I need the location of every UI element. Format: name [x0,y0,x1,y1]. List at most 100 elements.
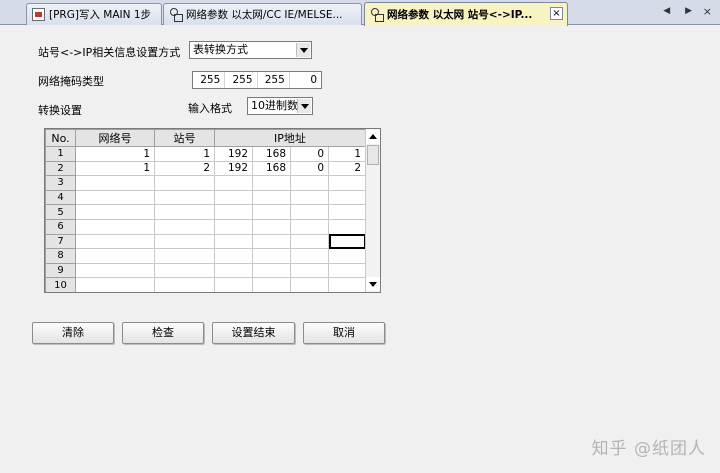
network-number-cell[interactable]: 1 [75,146,155,162]
tab-station-ip-setting[interactable]: 网络参数 以太网 站号<->IP... × [364,2,568,26]
window-close-icon[interactable]: × [703,5,712,18]
ip-octet-1-cell[interactable]: 192 [214,146,253,162]
table-row[interactable]: 5 [45,204,366,220]
network-number-cell[interactable] [75,262,155,279]
ip-octet-2-cell[interactable] [252,204,291,220]
ip-octet-2-cell[interactable] [252,248,291,264]
ip-octet-4-cell[interactable]: 1 [328,146,366,162]
ip-octet-4-cell[interactable] [328,204,366,220]
table-row[interactable]: 9 [45,262,366,279]
netmask-octet-3[interactable]: 255 [258,72,290,88]
finish-setting-button[interactable]: 设置结束 [212,322,295,344]
ip-octet-1-cell[interactable] [214,277,253,292]
network-number-cell[interactable] [75,248,155,264]
netmask-octet-4[interactable]: 0 [290,72,321,88]
ip-octet-3-cell[interactable] [290,233,329,250]
table-row[interactable]: 1 1 1 192 168 0 1 [45,146,366,162]
scroll-down-icon[interactable] [366,277,380,291]
ip-octet-4-cell[interactable] [328,277,366,292]
ip-octet-4-cell[interactable] [328,233,366,250]
station-number-cell[interactable] [154,262,215,279]
network-number-cell[interactable]: 1 [75,160,155,177]
netmask-octet-2[interactable]: 255 [225,72,258,88]
ip-octet-4-cell[interactable] [328,189,366,206]
ip-octet-3-cell[interactable]: 0 [290,160,329,177]
network-number-cell[interactable] [75,233,155,250]
scroll-up-icon[interactable] [366,130,380,144]
ip-octet-4-cell[interactable] [328,262,366,279]
ip-octet-1-cell[interactable] [214,248,253,264]
station-number-cell[interactable] [154,277,215,292]
chevron-down-icon[interactable] [297,99,311,113]
station-number-cell[interactable] [154,218,215,235]
ip-octet-4-cell[interactable] [328,218,366,235]
row-number: 4 [45,189,76,206]
chevron-down-icon[interactable] [296,43,310,57]
ip-octet-2-cell[interactable] [252,262,291,279]
network-number-cell[interactable] [75,218,155,235]
ip-octet-1-cell[interactable] [214,262,253,279]
ip-octet-3-cell[interactable] [290,262,329,279]
column-header-ip: IP地址 [214,129,366,147]
table-row[interactable]: 7 [45,233,366,250]
ip-octet-1-cell[interactable] [214,218,253,235]
clear-button[interactable]: 清除 [32,322,114,344]
network-param-icon [370,8,384,22]
tab-label: [PRG]写入 MAIN 1步 [49,9,152,21]
tab-network-param[interactable]: 网络参数 以太网/CC IE/MELSE... [163,3,362,25]
network-number-cell[interactable] [75,204,155,220]
netmask-octet-1[interactable]: 255 [193,72,226,88]
table-row[interactable]: 2 1 2 192 168 0 2 [45,160,366,177]
ip-octet-3-cell[interactable] [290,218,329,235]
ip-octet-2-cell[interactable] [252,218,291,235]
table-row[interactable]: 4 [45,189,366,206]
ip-octet-2-cell[interactable]: 168 [252,160,291,177]
ip-octet-4-cell[interactable] [328,175,366,191]
ip-octet-3-cell[interactable] [290,189,329,206]
setting-method-select[interactable]: 表转换方式 [189,41,312,59]
ip-octet-3-cell[interactable] [290,277,329,292]
netmask-input[interactable]: 255 255 255 0 [192,71,322,89]
scroll-thumb[interactable] [367,145,379,165]
network-number-cell[interactable] [75,189,155,206]
table-row[interactable]: 6 [45,218,366,235]
ip-octet-2-cell[interactable] [252,175,291,191]
setting-method-value: 表转换方式 [193,43,248,56]
cancel-button[interactable]: 取消 [303,322,385,344]
ip-octet-4-cell[interactable]: 2 [328,160,366,177]
input-format-select[interactable]: 10进制数 [247,97,313,115]
column-header-no: No. [45,129,76,147]
ip-octet-1-cell[interactable] [214,189,253,206]
station-number-cell[interactable] [154,189,215,206]
ip-octet-2-cell[interactable] [252,233,291,250]
tab-program-main[interactable]: [PRG]写入 MAIN 1步 [26,3,162,25]
ip-octet-3-cell[interactable] [290,248,329,264]
row-number: 2 [45,160,76,177]
station-number-cell[interactable] [154,204,215,220]
check-button[interactable]: 检查 [122,322,204,344]
table-row[interactable]: 3 [45,175,366,191]
station-number-cell[interactable] [154,233,215,250]
ip-octet-4-cell[interactable] [328,248,366,264]
tab-close-icon[interactable]: × [550,7,563,20]
ip-octet-2-cell[interactable]: 168 [252,146,291,162]
ip-octet-2-cell[interactable] [252,189,291,206]
ip-octet-1-cell[interactable] [214,204,253,220]
ip-octet-1-cell[interactable] [214,233,253,250]
table-row[interactable]: 8 [45,248,366,264]
tab-scroll-arrows[interactable]: ◀ ▶ [663,6,698,16]
station-number-cell[interactable]: 1 [154,146,215,162]
ip-octet-1-cell[interactable] [214,175,253,191]
ip-octet-3-cell[interactable] [290,204,329,220]
station-number-cell[interactable] [154,175,215,191]
station-number-cell[interactable] [154,248,215,264]
network-number-cell[interactable] [75,277,155,292]
network-number-cell[interactable] [75,175,155,191]
ip-octet-3-cell[interactable] [290,175,329,191]
ip-octet-1-cell[interactable]: 192 [214,160,253,177]
table-scrollbar[interactable] [365,129,380,292]
table-row[interactable]: 10 [45,277,366,292]
ip-octet-2-cell[interactable] [252,277,291,292]
ip-octet-3-cell[interactable]: 0 [290,146,329,162]
station-number-cell[interactable]: 2 [154,160,215,177]
